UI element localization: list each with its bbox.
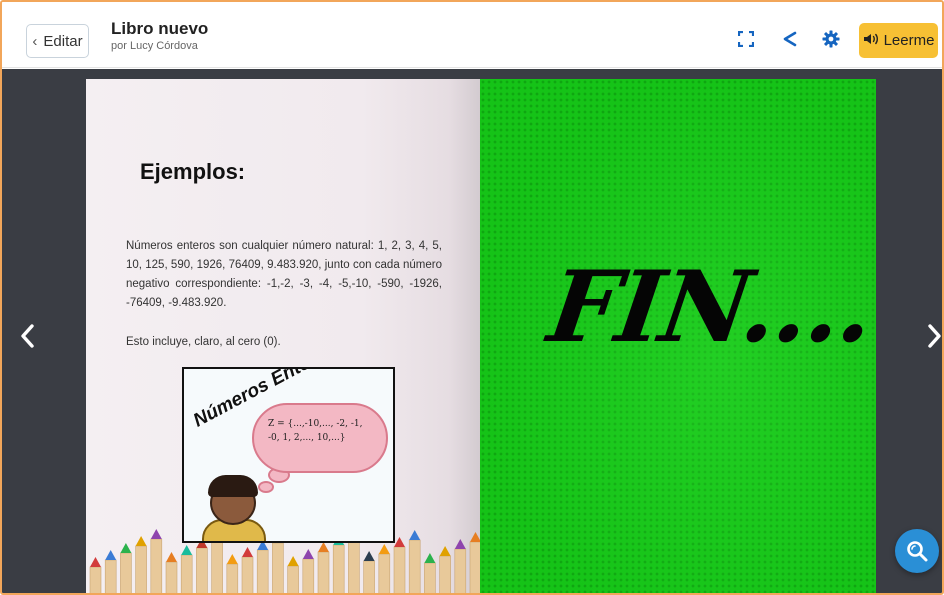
pencil-tip <box>120 543 132 553</box>
pencil-body <box>332 544 345 593</box>
pencil-tip <box>242 547 253 557</box>
pencil-body <box>439 555 451 593</box>
pencil-tip <box>439 546 451 556</box>
chevron-left-icon <box>21 324 34 348</box>
pencil-body <box>393 546 406 593</box>
pencil-tip <box>409 530 421 540</box>
thought-cloud: Z = {...,-10,..., -2, -1, -0, 1, 2,..., … <box>252 403 388 473</box>
pencil-body <box>378 553 391 593</box>
pencil-body <box>196 547 208 593</box>
page-paragraph: Números enteros son cualquier número nat… <box>126 240 442 309</box>
book-author: por Lucy Córdova <box>111 40 198 52</box>
read-aloud-button[interactable]: Leerme <box>859 23 938 58</box>
pencil-tip <box>105 550 117 560</box>
pencil-tip <box>135 536 147 546</box>
pencil-tip <box>378 544 390 554</box>
book-left-page: Ejemplos: Números enteros son cualquier … <box>86 79 480 593</box>
child-hair <box>208 475 258 497</box>
pencil-tip <box>318 542 329 552</box>
pencil-body <box>226 563 239 593</box>
pencil-body <box>256 549 269 593</box>
zoom-button[interactable] <box>895 529 939 573</box>
pencil-body <box>135 545 147 593</box>
pencil-body <box>104 559 117 593</box>
share-icon[interactable] <box>779 28 801 50</box>
pencil-tip <box>302 549 314 559</box>
pencil-body <box>363 560 375 593</box>
chevron-left-icon: ‹ <box>32 32 38 50</box>
page-paragraph-zero: Esto incluye, claro, al cero (0). <box>126 336 281 348</box>
book-viewer-stage: Ejemplos: Números enteros son cualquier … <box>2 69 942 593</box>
pencil-tip <box>181 545 193 555</box>
pencil-tip <box>424 553 436 563</box>
thought-bubble-small <box>258 481 274 493</box>
previous-page-button[interactable] <box>16 319 40 353</box>
edit-back-button[interactable]: ‹ Editar <box>26 24 89 58</box>
fullscreen-icon[interactable] <box>735 28 757 50</box>
pencil-tip <box>150 529 162 539</box>
pencil-body <box>241 556 254 593</box>
chevron-right-icon <box>928 324 941 348</box>
pencil-tip <box>226 554 238 564</box>
header-bar: ‹ Editar Libro nuevo por Lucy Córdova Le… <box>2 2 942 68</box>
pencil-tip <box>454 539 466 549</box>
pencil-body <box>89 566 102 593</box>
pencil-body <box>408 539 421 593</box>
pencil-body <box>165 561 178 593</box>
next-page-button[interactable] <box>922 319 942 353</box>
book-title: Libro nuevo <box>111 19 209 38</box>
pencil-body <box>150 538 163 593</box>
pencil-tip <box>470 532 480 542</box>
pencil-body <box>120 552 132 593</box>
search-icon <box>907 541 928 562</box>
fin-text: FIN.... <box>541 250 876 365</box>
pencil-tip <box>166 552 177 562</box>
edit-label: Editar <box>43 32 83 50</box>
pencil-body <box>287 565 299 593</box>
pencil-tip <box>287 556 299 566</box>
pencil-body <box>211 540 223 593</box>
pencil-body <box>317 551 330 593</box>
app-frame: ‹ Editar Libro nuevo por Lucy Córdova Le… <box>0 0 944 595</box>
page-heading: Ejemplos: <box>140 159 246 184</box>
cloud-text-line-1: Z = {...,-10,..., -2, -1, <box>268 419 363 429</box>
settings-icon[interactable] <box>820 28 842 50</box>
pencil-tip <box>394 537 405 547</box>
book-title-block: Libro nuevo por Lucy Córdova <box>111 19 208 53</box>
pencil-body <box>454 548 467 593</box>
read-aloud-label: Leerme <box>883 32 935 49</box>
integers-illustration: Z = {...,-10,..., -2, -1, -0, 1, 2,..., … <box>182 367 395 543</box>
pencil-body <box>348 537 360 593</box>
pencil-body <box>469 541 480 593</box>
pencil-body <box>424 562 436 593</box>
book-right-page: FIN.... <box>480 79 876 593</box>
pencil-tip <box>363 551 375 561</box>
pencil-body <box>302 558 315 593</box>
pencil-body <box>272 542 284 593</box>
speaker-icon <box>863 32 879 50</box>
pencil-tip <box>90 557 101 567</box>
pencil-body <box>180 554 193 593</box>
cloud-text-line-2: -0, 1, 2,..., 10,...} <box>268 433 346 443</box>
